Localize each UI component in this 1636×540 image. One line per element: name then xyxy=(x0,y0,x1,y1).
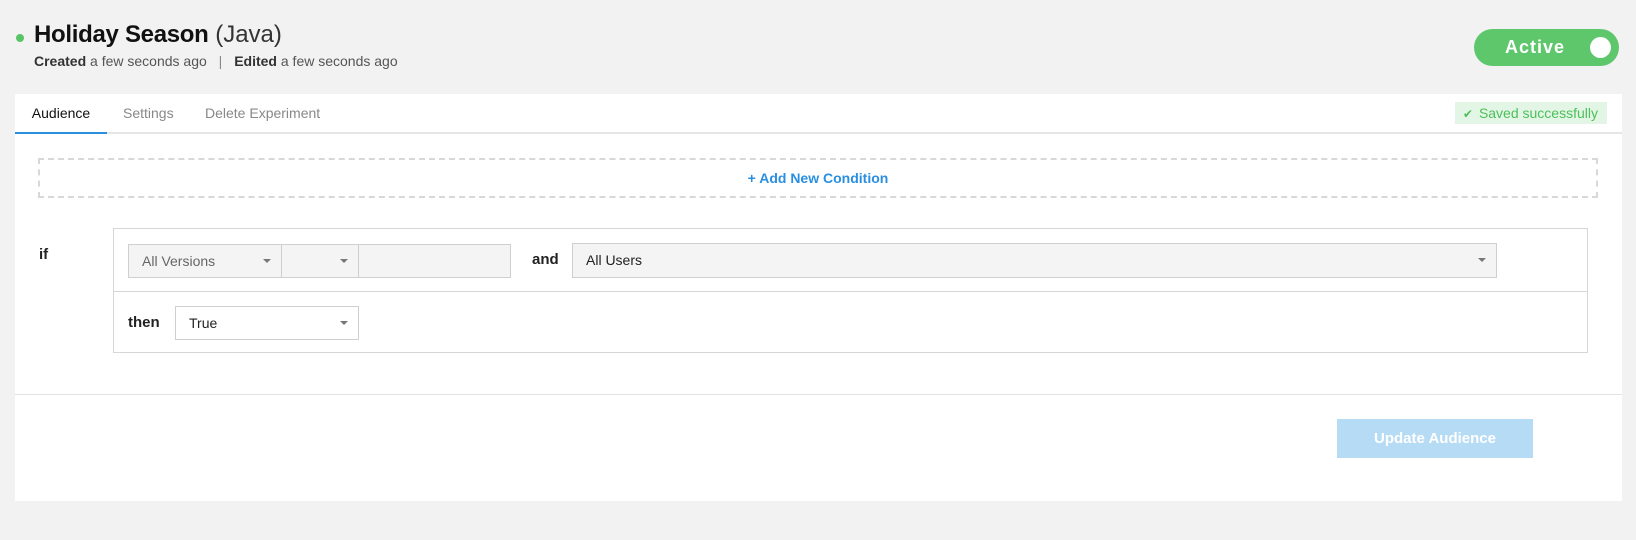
rule-divider xyxy=(114,291,1587,292)
then-label: then xyxy=(128,314,160,331)
add-new-condition-button[interactable]: + Add New Condition xyxy=(38,158,1598,198)
value-select-value: True xyxy=(189,315,218,331)
version-select-value: All Versions xyxy=(142,253,216,269)
audience-select-value: All Users xyxy=(586,252,643,268)
operator-select[interactable] xyxy=(281,244,359,278)
experiment-meta: Created a few seconds ago | Edited a few… xyxy=(34,53,398,69)
check-icon: ✔ xyxy=(1462,107,1473,121)
footer-divider xyxy=(15,394,1622,395)
tab-delete-experiment[interactable]: Delete Experiment xyxy=(205,94,320,134)
tab-settings[interactable]: Settings xyxy=(123,94,174,134)
active-toggle-label: Active xyxy=(1505,37,1566,57)
active-toggle[interactable]: Active xyxy=(1474,29,1619,66)
audience-select[interactable]: All Users xyxy=(572,243,1497,278)
and-label: and xyxy=(532,251,559,268)
toggle-knob xyxy=(1590,37,1611,58)
created-value: a few seconds ago xyxy=(90,53,207,69)
experiment-language: (Java) xyxy=(215,21,282,48)
chevron-down-icon xyxy=(1478,258,1486,262)
version-select[interactable]: All Versions xyxy=(128,244,282,278)
saved-text: Saved successfully xyxy=(1478,105,1598,121)
chevron-down-icon xyxy=(340,259,348,263)
page-title: Holiday Season (Java) xyxy=(34,20,282,50)
created-label: Created xyxy=(34,53,87,69)
update-audience-button[interactable]: Update Audience xyxy=(1337,419,1533,458)
tab-audience[interactable]: Audience xyxy=(15,94,107,134)
chevron-down-icon xyxy=(340,321,348,325)
experiment-header: Holiday Season (Java) Created a few seco… xyxy=(0,0,1636,94)
value-select[interactable]: True xyxy=(175,306,359,340)
saved-badge: ✔ Saved successfully xyxy=(1454,102,1607,124)
chevron-down-icon xyxy=(263,259,271,263)
status-dot xyxy=(16,34,24,42)
condition-rule: All Versions and All Users then True xyxy=(113,228,1588,353)
meta-separator: | xyxy=(218,53,223,69)
edited-label: Edited xyxy=(234,53,277,69)
tab-bar: Audience Settings Delete Experiment ✔ Sav… xyxy=(15,94,1622,134)
edited-value: a few seconds ago xyxy=(280,53,398,69)
experiment-name: Holiday Season xyxy=(34,21,209,48)
audience-panel: Audience Settings Delete Experiment ✔ Sav… xyxy=(15,94,1622,501)
version-input[interactable] xyxy=(358,244,511,278)
if-label: if xyxy=(39,246,49,263)
